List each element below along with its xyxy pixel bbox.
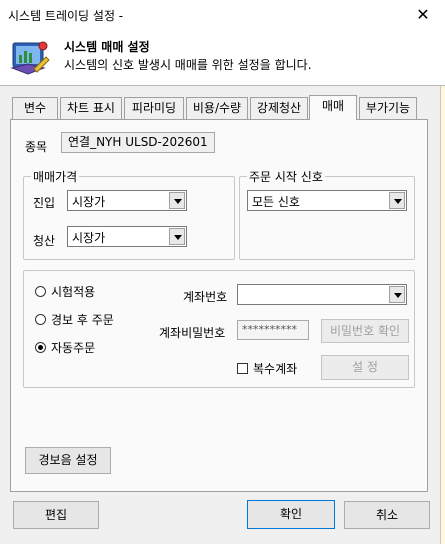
header-title: 시스템 매매 설정 [64, 40, 150, 54]
account-setup-button[interactable]: 설 정 [321, 355, 409, 380]
radio-auto-order-label[interactable]: 자동주문 [51, 339, 95, 356]
chevron-down-icon[interactable] [389, 286, 405, 303]
header-description: 시스템의 신호 발생시 매매를 위한 설정을 합니다. [64, 58, 312, 72]
dialog-header: 시스템 매매 설정 시스템의 신호 발생시 매매를 위한 설정을 합니다. [0, 30, 445, 86]
chevron-down-icon[interactable] [169, 192, 185, 209]
radio-alert-then-order[interactable] [35, 314, 46, 325]
chevron-down-icon[interactable] [169, 228, 185, 245]
tab-panel-trading: 종목 연결_NYH ULSD-202601 매매가격 진입 시장가 청산 시장가… [10, 119, 428, 492]
radio-alert-then-order-label[interactable]: 경보 후 주문 [51, 311, 114, 328]
edit-button[interactable]: 편집 [13, 501, 99, 529]
verify-password-button[interactable]: 비밀번호 확인 [321, 319, 409, 343]
entry-price-select[interactable]: 시장가 [67, 190, 187, 211]
order-signal-value: 모든 신호 [252, 195, 300, 209]
entry-price-value: 시장가 [72, 195, 106, 209]
background-window-edge [440, 86, 445, 544]
entry-label: 진입 [33, 196, 56, 210]
symbol-field: 연결_NYH ULSD-202601 [61, 132, 215, 153]
account-number-select[interactable] [237, 284, 407, 305]
order-signal-legend: 주문 시작 신호 [247, 168, 325, 185]
symbol-label: 종목 [25, 140, 48, 154]
radio-test-mode-label[interactable]: 시험적용 [51, 283, 95, 300]
order-signal-group [239, 176, 415, 260]
title-bar: 시스템 트레이딩 설정 - ✕ [0, 0, 445, 30]
tab-forced-liquidation[interactable]: 강제청산 [250, 97, 308, 119]
radio-test-mode[interactable] [35, 286, 46, 297]
exit-label: 청산 [33, 234, 56, 248]
tab-cost-quantity[interactable]: 비용/수량 [186, 97, 248, 119]
tab-trading[interactable]: 매매 [309, 95, 357, 120]
account-number-label: 계좌번호 [183, 290, 228, 304]
alert-sound-button[interactable]: 경보음 설정 [25, 447, 111, 474]
tab-chart-display[interactable]: 차트 표시 [60, 97, 122, 119]
settings-chart-icon [10, 41, 50, 75]
ok-button[interactable]: 확인 [247, 500, 335, 529]
exit-price-value: 시장가 [72, 231, 106, 245]
close-icon[interactable]: ✕ [408, 4, 438, 26]
order-signal-select[interactable]: 모든 신호 [247, 190, 407, 211]
account-password-field[interactable]: ********** [237, 320, 309, 340]
tab-extra-features[interactable]: 부가기능 [359, 97, 417, 119]
order-price-legend: 매매가격 [31, 168, 80, 185]
tab-variables[interactable]: 변수 [12, 97, 58, 119]
radio-auto-order[interactable] [35, 342, 46, 353]
exit-price-select[interactable]: 시장가 [67, 226, 187, 247]
tab-pyramiding[interactable]: 피라미딩 [124, 97, 184, 119]
multi-account-label[interactable]: 복수계좌 [253, 360, 297, 377]
window-title: 시스템 트레이딩 설정 - [8, 9, 124, 23]
account-password-label: 계좌비밀번호 [159, 326, 226, 340]
multi-account-checkbox[interactable] [237, 363, 248, 374]
chevron-down-icon[interactable] [389, 192, 405, 209]
cancel-button[interactable]: 취소 [344, 501, 430, 529]
